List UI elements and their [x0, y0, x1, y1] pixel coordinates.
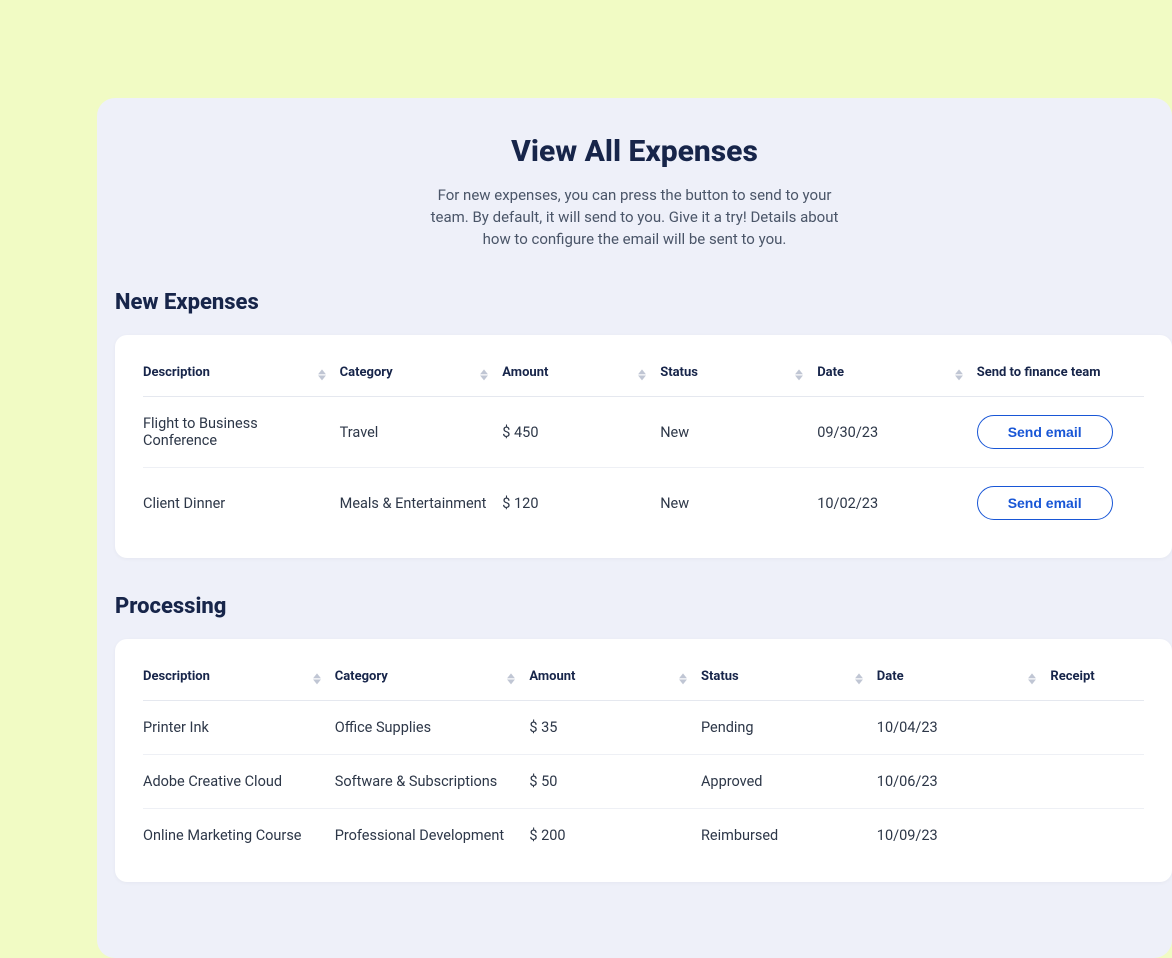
cell-amount: $ 200: [529, 809, 701, 863]
cell-description: Adobe Creative Cloud: [143, 755, 335, 809]
cell-category: Meals & Entertainment: [340, 468, 503, 539]
col-header-label: Date: [877, 669, 904, 684]
col-header-amount[interactable]: Amount: [502, 355, 660, 397]
col-header-label: Category: [340, 365, 393, 380]
sort-icon: [313, 673, 321, 684]
sort-icon: [1028, 673, 1036, 684]
col-header-send: Send to finance team: [977, 355, 1144, 397]
sort-icon: [795, 369, 803, 380]
section-title-new-expenses: New Expenses: [115, 290, 1172, 315]
col-header-category[interactable]: Category: [340, 355, 503, 397]
cell-receipt: [1050, 755, 1144, 809]
sort-icon: [480, 369, 488, 380]
cell-status: Reimbursed: [701, 809, 877, 863]
expenses-card: View All Expenses For new expenses, you …: [97, 98, 1172, 958]
send-email-button[interactable]: Send email: [977, 486, 1113, 520]
processing-table: Description Category: [143, 659, 1144, 862]
cell-action: Send email: [977, 468, 1144, 539]
col-header-label: Amount: [529, 669, 575, 684]
sort-icon: [318, 369, 326, 380]
col-header-date[interactable]: Date: [877, 659, 1051, 701]
cell-category: Office Supplies: [335, 701, 530, 755]
cell-amount: $ 120: [502, 468, 660, 539]
col-header-category[interactable]: Category: [335, 659, 530, 701]
col-header-label: Status: [660, 365, 698, 380]
col-header-label: Amount: [502, 365, 548, 380]
cell-amount: $ 50: [529, 755, 701, 809]
table-row: Printer Ink Office Supplies $ 35 Pending…: [143, 701, 1144, 755]
col-header-label: Receipt: [1050, 669, 1094, 684]
cell-amount: $ 450: [502, 397, 660, 468]
send-email-button[interactable]: Send email: [977, 415, 1113, 449]
cell-date: 10/04/23: [877, 701, 1051, 755]
cell-description: Printer Ink: [143, 701, 335, 755]
table-row: Flight to Business Conference Travel $ 4…: [143, 397, 1144, 468]
cell-description: Online Marketing Course: [143, 809, 335, 863]
col-header-label: Category: [335, 669, 388, 684]
sort-icon: [679, 673, 687, 684]
new-expenses-table: Description Category: [143, 355, 1144, 538]
new-expenses-table-wrap: Description Category: [115, 335, 1172, 558]
col-header-status[interactable]: Status: [660, 355, 817, 397]
cell-category: Software & Subscriptions: [335, 755, 530, 809]
col-header-date[interactable]: Date: [817, 355, 976, 397]
col-header-label: Description: [143, 669, 210, 684]
section-title-processing: Processing: [115, 594, 1172, 619]
page-title: View All Expenses: [97, 134, 1172, 169]
sort-icon: [955, 369, 963, 380]
cell-action: Send email: [977, 397, 1144, 468]
col-header-description[interactable]: Description: [143, 355, 340, 397]
col-header-status[interactable]: Status: [701, 659, 877, 701]
cell-status: New: [660, 468, 817, 539]
table-row: Online Marketing Course Professional Dev…: [143, 809, 1144, 863]
col-header-description[interactable]: Description: [143, 659, 335, 701]
cell-status: Pending: [701, 701, 877, 755]
cell-description: Client Dinner: [143, 468, 340, 539]
cell-date: 09/30/23: [817, 397, 976, 468]
sort-icon: [855, 673, 863, 684]
sort-icon: [638, 369, 646, 380]
page-subtitle: For new expenses, you can press the butt…: [420, 185, 850, 250]
table-row: Client Dinner Meals & Entertainment $ 12…: [143, 468, 1144, 539]
cell-date: 10/02/23: [817, 468, 976, 539]
cell-category: Professional Development: [335, 809, 530, 863]
col-header-label: Description: [143, 365, 210, 380]
col-header-label: Send to finance team: [977, 365, 1101, 380]
col-header-label: Status: [701, 669, 739, 684]
table-row: Adobe Creative Cloud Software & Subscrip…: [143, 755, 1144, 809]
sort-icon: [507, 673, 515, 684]
cell-status: New: [660, 397, 817, 468]
cell-description: Flight to Business Conference: [143, 397, 340, 468]
cell-date: 10/09/23: [877, 809, 1051, 863]
cell-category: Travel: [340, 397, 503, 468]
cell-date: 10/06/23: [877, 755, 1051, 809]
table-header-row: Description Category: [143, 659, 1144, 701]
table-header-row: Description Category: [143, 355, 1144, 397]
col-header-amount[interactable]: Amount: [529, 659, 701, 701]
cell-amount: $ 35: [529, 701, 701, 755]
col-header-label: Date: [817, 365, 844, 380]
cell-receipt: [1050, 809, 1144, 863]
processing-table-wrap: Description Category: [115, 639, 1172, 882]
cell-receipt: [1050, 701, 1144, 755]
col-header-receipt: Receipt: [1050, 659, 1144, 701]
cell-status: Approved: [701, 755, 877, 809]
